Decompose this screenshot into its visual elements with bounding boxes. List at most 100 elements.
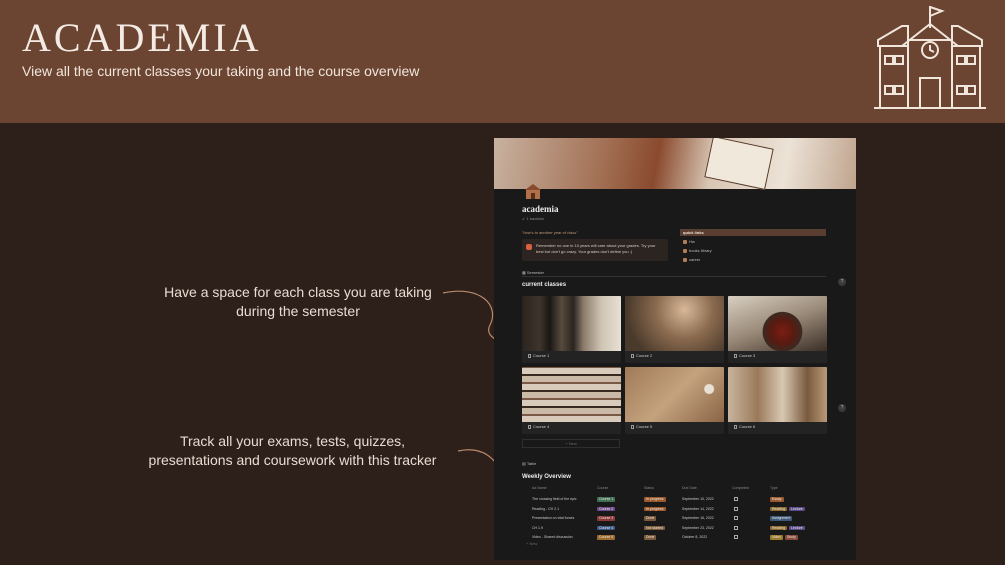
class-card-5[interactable]: Course 5 <box>625 367 724 434</box>
link-page-icon <box>683 257 687 262</box>
type-tag: Reading <box>770 506 788 511</box>
table-row[interactable]: CH 1.9 Course 4 Not started September 23, 2… <box>522 524 826 533</box>
completed-checkbox[interactable] <box>734 535 738 539</box>
class-card-label: Course 1 <box>528 353 549 358</box>
column-header[interactable]: Course <box>597 486 608 490</box>
class-card-4[interactable]: Course 4 <box>522 367 621 434</box>
cover-image <box>494 138 856 190</box>
backlinks-link[interactable]: ↙ 1 backlink <box>522 216 544 221</box>
page-subtitle: View all the current classes your taking… <box>22 63 420 79</box>
due-date: September 23, 2022 <box>682 525 714 530</box>
class-card-label: Course 5 <box>631 424 652 429</box>
quick-links: quick links Hw books library career <box>680 229 826 263</box>
tab-table[interactable]: ▤ Table <box>522 461 536 466</box>
page-icon <box>734 353 737 358</box>
completed-checkbox[interactable] <box>734 497 738 501</box>
table-row[interactable]: Video - Shared discussion Course 5 Done Oct… <box>522 533 826 542</box>
column-header[interactable]: Completed <box>732 486 749 490</box>
help-icon[interactable]: ? <box>838 278 846 286</box>
notion-screenshot: academia ↙ 1 backlink "how's to another … <box>494 138 856 560</box>
weekly-overview-heading: Weekly Overview <box>522 474 571 480</box>
open-book-decoration <box>704 138 774 190</box>
row-name[interactable]: Presentation on vital forces <box>532 516 574 520</box>
class-card-label: Course 2 <box>631 353 652 358</box>
posters-image <box>728 367 827 422</box>
magazines-image <box>522 367 621 422</box>
quick-link-hw[interactable]: Hw <box>683 239 826 245</box>
type-tags: Reading Lecture <box>770 506 807 511</box>
class-card-label: Course 3 <box>734 353 755 358</box>
heart-icon <box>526 244 532 250</box>
tea-image <box>728 296 827 351</box>
type-tag: Study <box>784 535 798 540</box>
type-tags: Reading Lecture <box>770 525 807 530</box>
quote-text: "how's to another year of class" <box>522 230 578 235</box>
schoolhouse-icon <box>874 6 986 109</box>
status-tag: In progress <box>644 497 666 502</box>
classes-callout-line-1: Have a space for each class you are taki… <box>164 284 432 300</box>
column-header[interactable]: Aa Name <box>532 486 547 490</box>
quick-link-books[interactable]: books library <box>683 248 826 254</box>
classes-callout: Have a space for each class you are taki… <box>140 283 456 321</box>
reminder-callout: Remember no one in 10 years will care ab… <box>522 239 668 261</box>
page-icon <box>528 424 531 429</box>
type-tag: Assignment <box>770 516 793 521</box>
table-row[interactable]: Presentation on vital forces Course 3 Done… <box>522 514 826 523</box>
course-tag: Course 1 <box>597 497 616 502</box>
type-tags: Assignment <box>770 516 794 521</box>
course-tag: Course 5 <box>597 535 616 540</box>
completed-checkbox[interactable] <box>734 506 738 511</box>
row-name[interactable]: The crossing field of the epic <box>532 497 577 501</box>
quick-link-career[interactable]: career <box>683 257 826 263</box>
due-date: September 14, 2022 <box>682 506 714 511</box>
reminder-text: Remember no one in 10 years will care ab… <box>536 243 656 254</box>
tab-semester[interactable]: ▦ Semester <box>522 270 544 275</box>
type-tags: Essay <box>770 497 786 502</box>
current-classes-heading: current classes <box>522 282 567 288</box>
help-icon[interactable]: ? <box>838 404 846 412</box>
class-card-label: Course 6 <box>734 424 755 429</box>
class-card-6[interactable]: Course 6 <box>728 367 827 434</box>
forest-image <box>625 296 724 351</box>
class-card-label: Course 4 <box>528 424 549 429</box>
row-name[interactable]: Reading - CH 2.1 <box>532 507 559 511</box>
link-page-icon <box>683 248 687 253</box>
type-tags: Video Study <box>770 535 800 540</box>
status-tag: Done <box>644 535 657 540</box>
new-class-button[interactable]: + New <box>522 439 620 448</box>
completed-checkbox[interactable] <box>734 516 738 520</box>
table-row[interactable]: The crossing field of the epic Course 1 In… <box>522 495 826 504</box>
page-icon <box>631 424 634 429</box>
classes-callout-line-2: during the semester <box>236 303 360 319</box>
course-tag: Course 4 <box>597 525 616 530</box>
class-card-2[interactable]: Course 2 <box>625 296 724 363</box>
row-name[interactable]: CH 1.9 <box>532 526 543 530</box>
course-tag: Course 2 <box>597 506 616 511</box>
flowers-image <box>625 367 724 422</box>
type-tag: Video <box>770 535 783 540</box>
type-tag: Essay <box>770 497 784 502</box>
completed-checkbox[interactable] <box>734 525 738 530</box>
type-tag: Reading <box>770 525 788 530</box>
table-header: Aa Name Course Status Due Date Completed… <box>522 486 826 492</box>
row-name[interactable]: Video - Shared discussion <box>532 535 573 539</box>
column-header[interactable]: Due Date <box>682 486 697 490</box>
class-card-3[interactable]: Course 3 <box>728 296 827 363</box>
divider <box>522 276 826 277</box>
due-date: September 16, 2022 <box>682 516 714 520</box>
class-card-1[interactable]: Course 1 <box>522 296 621 363</box>
type-tag: Lecture <box>789 506 805 511</box>
new-row-button[interactable]: + New <box>526 541 537 546</box>
status-tag: Done <box>644 516 657 521</box>
table-row[interactable]: Reading - CH 2.1 Course 2 In progress Septe… <box>522 505 826 514</box>
tracker-callout: Track all your exams, tests, quizzes, pr… <box>120 432 465 470</box>
due-date: October 8, 2022 <box>682 535 708 539</box>
notion-page-title: academia <box>522 204 559 214</box>
column-header[interactable]: Type <box>770 486 778 490</box>
tracker-callout-line-1: Track all your exams, tests, quizzes, <box>179 433 406 449</box>
header-banner: ACADEMIA View all the current classes yo… <box>0 0 1005 123</box>
link-page-icon <box>683 239 687 244</box>
tracker-callout-line-2: presentations and coursework with this t… <box>148 452 437 468</box>
type-tag: Lecture <box>789 525 805 530</box>
column-header[interactable]: Status <box>644 486 654 490</box>
